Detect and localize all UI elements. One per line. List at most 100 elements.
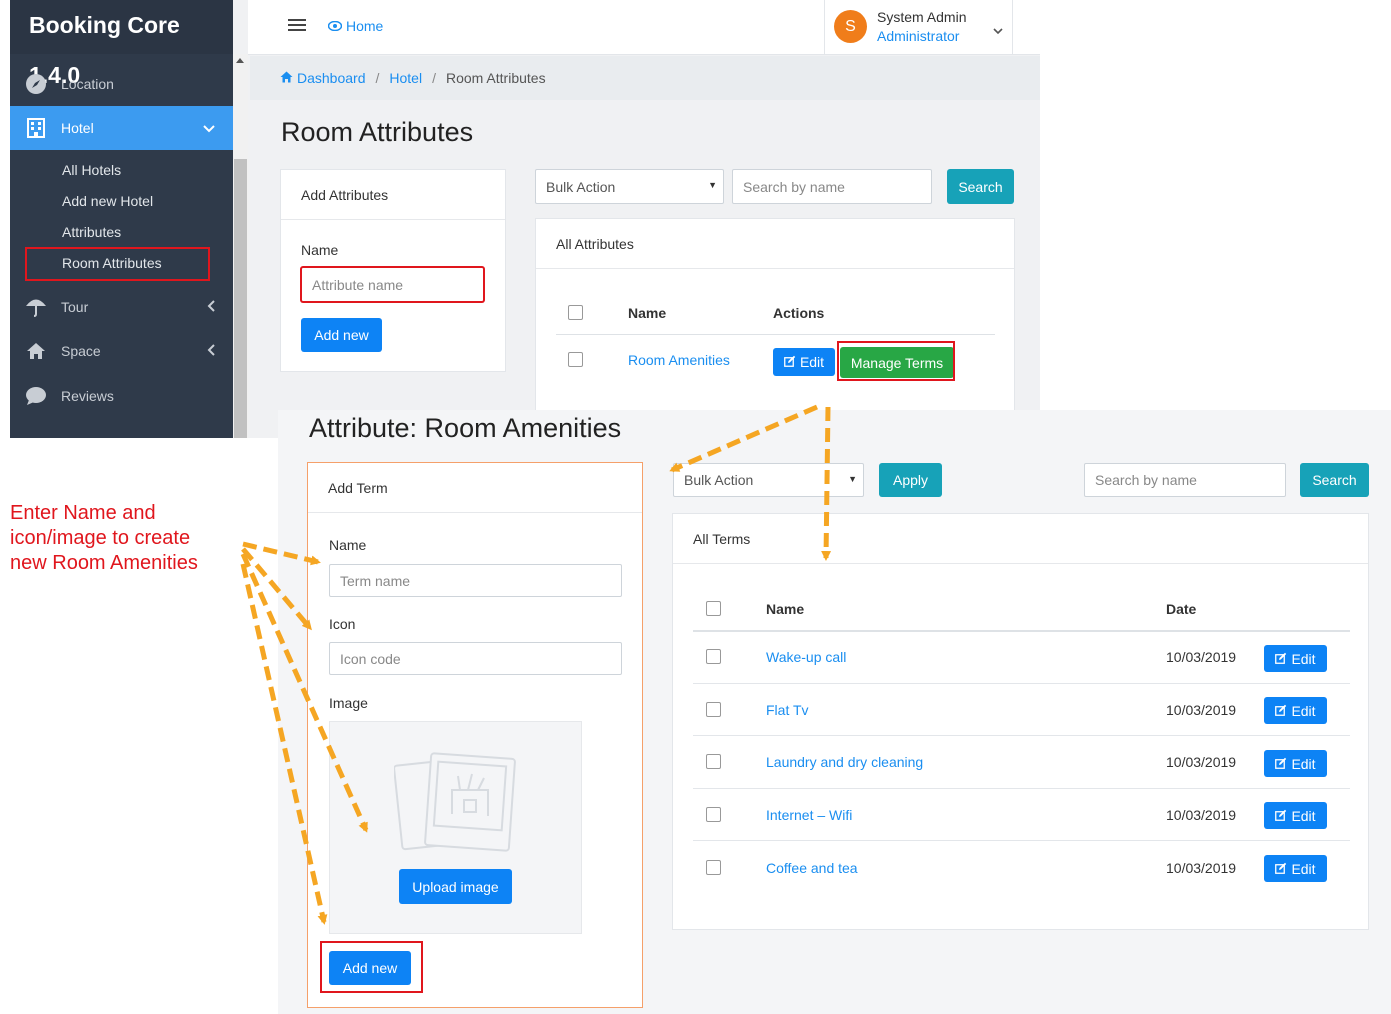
add-attributes-card: Add Attributes Name Attribute name Add n… — [280, 169, 506, 372]
page-title: Attribute: Room Amenities — [309, 413, 622, 443]
select-all-checkbox[interactable] — [568, 305, 583, 320]
edit-icon — [1275, 861, 1287, 877]
edit-button[interactable]: Edit — [1264, 645, 1327, 672]
sidebar-subitem-attributes[interactable]: Attributes — [62, 224, 121, 240]
app-brand[interactable]: Booking Core 1.4.0 — [10, 0, 233, 88]
card-title: All Terms — [673, 514, 1368, 564]
row-checkbox[interactable] — [706, 702, 721, 717]
term-link[interactable]: Flat Tv — [766, 702, 809, 718]
attribute-link[interactable]: Room Amenities — [628, 352, 730, 368]
sidebar-item-space[interactable]: Space — [10, 329, 233, 373]
term-link[interactable]: Internet – Wifi — [766, 807, 852, 823]
image-placeholder-icon — [393, 750, 518, 857]
term-date: 10/03/2019 — [1166, 860, 1237, 876]
row-checkbox[interactable] — [568, 352, 583, 367]
edit-label: Edit — [1291, 807, 1316, 824]
icon-code-input[interactable]: Icon code — [329, 642, 622, 675]
row-divider — [693, 735, 1350, 736]
edit-button[interactable]: Edit — [1264, 697, 1327, 724]
sidebar-item-label: Tour — [61, 299, 89, 315]
sidebar-item-location[interactable]: Location — [10, 62, 233, 106]
term-link[interactable]: Wake-up call — [766, 649, 846, 665]
add-new-button[interactable]: Add new — [301, 318, 382, 352]
breadcrumb-separator: / — [432, 70, 436, 86]
attribute-name-input[interactable]: Attribute name — [301, 267, 484, 302]
annotation-note: Enter Name and icon/image to create new … — [10, 501, 198, 576]
annotation-line: icon/image to create — [10, 527, 191, 549]
edit-icon — [784, 354, 796, 370]
search-input[interactable]: Search by name — [1084, 463, 1286, 497]
highlight-box — [25, 247, 210, 281]
term-date: 10/03/2019 — [1166, 754, 1237, 770]
term-name-input[interactable]: Term name — [329, 564, 622, 597]
home-icon — [10, 342, 61, 360]
column-header-name: Name — [628, 305, 667, 321]
edit-label: Edit — [1291, 650, 1316, 667]
highlight-box — [320, 941, 423, 993]
edit-button[interactable]: Edit — [1264, 750, 1327, 777]
sidebar-scrollbar[interactable] — [233, 54, 248, 438]
sidebar-item-reviews[interactable]: Reviews — [10, 374, 233, 418]
header-divider — [693, 630, 1350, 632]
row-divider — [693, 840, 1350, 841]
home-link[interactable]: Home — [327, 18, 384, 34]
scroll-up-icon[interactable] — [236, 58, 244, 63]
scrollbar-thumb[interactable] — [234, 159, 247, 438]
row-divider — [693, 683, 1350, 684]
select-all-checkbox[interactable] — [706, 601, 721, 616]
edit-label: Edit — [799, 354, 825, 370]
row-checkbox[interactable] — [706, 754, 721, 769]
upload-image-button[interactable]: Upload image — [399, 869, 512, 904]
name-label: Name — [329, 537, 367, 553]
row-checkbox[interactable] — [706, 649, 721, 664]
eye-icon — [327, 18, 343, 34]
bulk-action-select[interactable]: Bulk Action ▼ — [673, 463, 864, 497]
edit-button[interactable]: Edit — [773, 348, 835, 376]
hamburger-icon[interactable] — [288, 18, 306, 37]
search-button[interactable]: Search — [947, 169, 1014, 204]
sidebar-item-label: Space — [61, 343, 101, 359]
term-link[interactable]: Laundry and dry cleaning — [766, 754, 923, 770]
sidebar-item-hotel[interactable]: Hotel — [10, 106, 233, 150]
term-date: 10/03/2019 — [1166, 702, 1237, 718]
breadcrumb-current: Room Attributes — [445, 70, 546, 86]
select-caret-icon: ▼ — [708, 180, 717, 190]
sidebar-subitem-all-hotels[interactable]: All Hotels — [62, 162, 121, 178]
term-date: 10/03/2019 — [1166, 649, 1237, 665]
card-title: Add Attributes — [281, 170, 505, 220]
user-name: System Admin — [877, 9, 967, 25]
term-link[interactable]: Coffee and tea — [766, 860, 858, 876]
apply-button[interactable]: Apply — [879, 463, 942, 497]
breadcrumb: Dashboard / Hotel / Room Attributes — [250, 56, 1040, 100]
sidebar-item-label: Location — [61, 76, 114, 92]
edit-button[interactable]: Edit — [1264, 802, 1327, 829]
image-upload-area[interactable]: Upload image — [329, 721, 582, 934]
compass-icon — [10, 73, 61, 95]
row-checkbox[interactable] — [706, 807, 721, 822]
sidebar-item-tour[interactable]: Tour — [10, 285, 233, 329]
search-input[interactable]: Search by name — [732, 169, 932, 204]
column-header-date: Date — [1166, 601, 1197, 617]
user-menu[interactable]: S System Admin Administrator — [824, 0, 1013, 55]
term-date: 10/03/2019 — [1166, 807, 1237, 823]
search-button[interactable]: Search — [1300, 463, 1369, 497]
annotation-line: new Room Amenities — [10, 552, 198, 574]
edit-icon — [1275, 703, 1287, 719]
home-label: Home — [346, 18, 384, 34]
sidebar-subitem-add-hotel[interactable]: Add new Hotel — [62, 193, 153, 209]
bulk-action-select[interactable]: Bulk Action ▼ — [535, 169, 724, 204]
breadcrumb-dashboard[interactable]: Dashboard — [297, 70, 366, 86]
add-term-card: Add Term Name Term name Icon Icon code I… — [307, 462, 643, 1008]
edit-icon — [1275, 756, 1287, 772]
row-divider — [693, 788, 1350, 789]
sidebar-item-label: Hotel — [61, 120, 94, 136]
sidebar: Booking Core 1.4.0 Location Hotel All Ho… — [10, 0, 233, 438]
edit-label: Edit — [1291, 860, 1316, 877]
comment-icon — [10, 386, 61, 406]
breadcrumb-hotel[interactable]: Hotel — [389, 70, 422, 86]
edit-button[interactable]: Edit — [1264, 855, 1327, 882]
all-attributes-card: All Attributes Name Actions Room Ameniti… — [535, 218, 1015, 438]
header-divider — [556, 334, 995, 335]
chevron-down-icon — [993, 22, 1003, 40]
row-checkbox[interactable] — [706, 860, 721, 875]
